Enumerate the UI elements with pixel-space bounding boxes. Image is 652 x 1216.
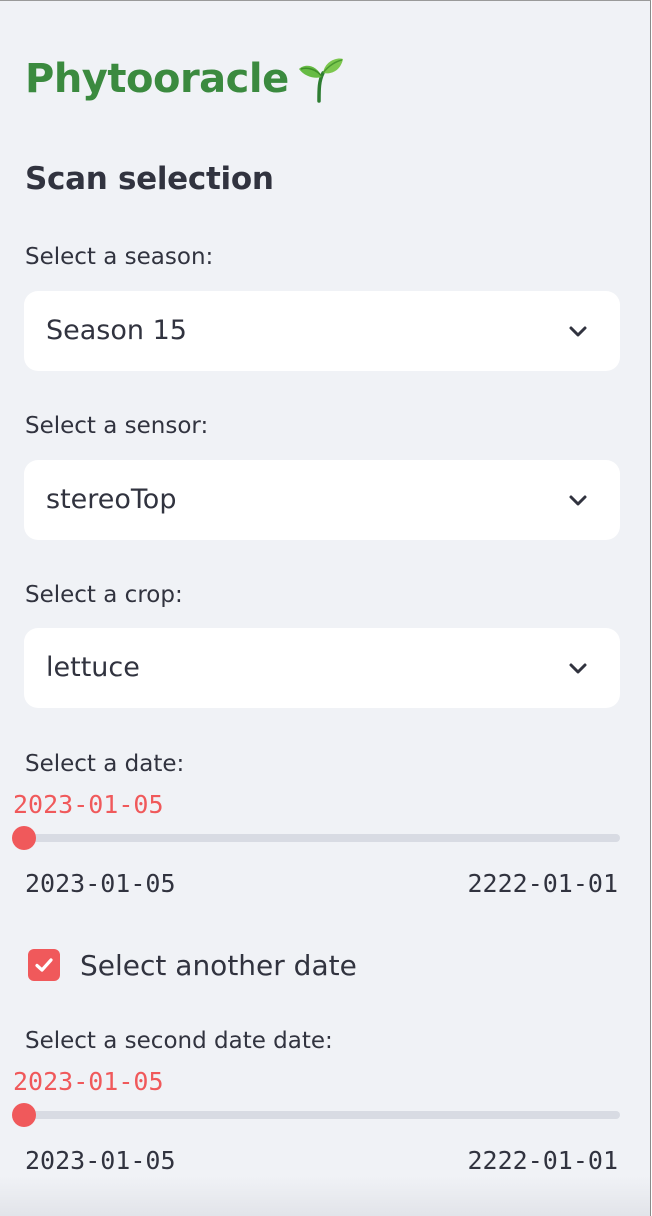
another-date-label: Select another date (80, 948, 357, 982)
sensor-select-value: stereoTop (46, 484, 177, 515)
second-date-slider[interactable] (12, 1103, 620, 1127)
second-date-label: Select a second date date: (25, 1028, 333, 1054)
sensor-select[interactable]: stereoTop (24, 460, 620, 540)
crop-select[interactable]: lettuce (24, 628, 620, 708)
app-title: Phytooracle (25, 55, 345, 103)
season-label: Select a season: (25, 244, 214, 270)
chevron-down-icon (569, 495, 587, 506)
bottom-shadow (0, 1176, 650, 1216)
sprout-icon (298, 58, 343, 103)
checkmark-icon (35, 958, 53, 972)
second-date-slider-max: 2222-01-01 (467, 1146, 618, 1175)
second-date-slider-value: 2023-01-05 (13, 1067, 164, 1096)
sensor-label: Select a sensor: (25, 413, 209, 439)
checkbox-checked-icon[interactable] (28, 949, 60, 981)
date-slider[interactable] (12, 826, 620, 850)
app-title-text: Phytooracle (25, 56, 289, 102)
second-date-slider-thumb[interactable] (12, 1103, 36, 1127)
section-heading: Scan selection (25, 161, 274, 197)
date-slider-min: 2023-01-05 (25, 869, 176, 898)
sidebar: Phytooracle Scan selection Select a seas… (0, 0, 651, 1216)
date-slider-value: 2023-01-05 (13, 790, 164, 819)
crop-select-value: lettuce (46, 652, 140, 683)
chevron-down-icon (569, 663, 587, 674)
season-select-value: Season 15 (46, 315, 187, 346)
date-slider-thumb[interactable] (12, 826, 36, 850)
chevron-down-icon (569, 326, 587, 337)
another-date-checkbox[interactable]: Select another date (28, 945, 357, 985)
second-date-slider-min: 2023-01-05 (25, 1146, 176, 1175)
season-select[interactable]: Season 15 (24, 291, 620, 371)
date-slider-max: 2222-01-01 (467, 869, 618, 898)
date-label: Select a date: (25, 751, 185, 777)
crop-label: Select a crop: (25, 582, 183, 608)
